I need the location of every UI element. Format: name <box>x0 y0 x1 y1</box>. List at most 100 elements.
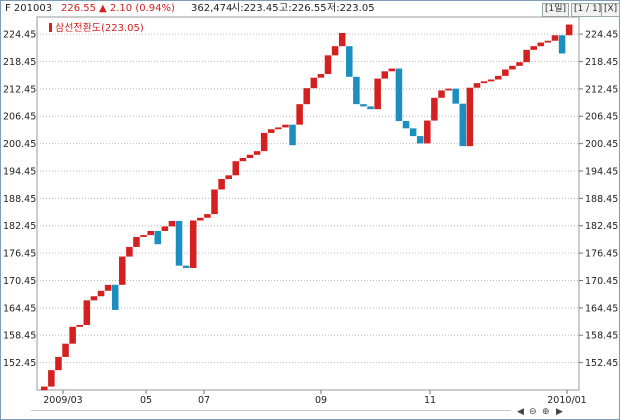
brick-down <box>558 35 566 54</box>
y-tick-label: 212.45 <box>585 84 618 95</box>
x-tick-label: 09 <box>315 395 327 406</box>
brick-up <box>310 77 318 89</box>
y-tick-label-left: 224.45 <box>3 30 36 41</box>
brick-up <box>104 284 112 291</box>
x-tick-label: 2009/03 <box>43 395 82 406</box>
brick-up <box>317 74 325 78</box>
brick-up <box>565 24 573 36</box>
brick-up <box>282 124 289 128</box>
brick-up <box>225 175 232 179</box>
brick-up <box>246 154 254 158</box>
bottom-scrollbar: ◀ ⊖ ⊕ ▶ <box>1 406 619 419</box>
x-axis: 2009/03 05 07 09 11 2010/01 <box>43 390 587 406</box>
brick-up <box>275 127 282 130</box>
brick-up <box>126 246 133 257</box>
x-tick-label: 2010/01 <box>547 395 586 406</box>
brick-down <box>182 265 190 268</box>
brick-down <box>402 121 410 129</box>
y-tick-label-left: 206.45 <box>3 112 36 123</box>
brick-up <box>544 40 552 43</box>
y-tick-label: 224.45 <box>585 30 618 41</box>
brick-down <box>395 68 403 122</box>
y-tick-label-left: 218.45 <box>3 57 36 68</box>
brick-up <box>189 220 197 268</box>
y-tick-label-left: 176.45 <box>3 249 36 260</box>
x-tick-label: 05 <box>140 395 152 406</box>
grid <box>37 33 579 364</box>
y-tick-label: 170.45 <box>585 276 618 287</box>
brick-up <box>267 129 275 133</box>
brick-up <box>90 296 98 301</box>
three-line-break-chart: 224.45 224.45 218.45 218.45 212.45 212.45 206.… <box>3 16 618 406</box>
brick-up <box>480 81 488 84</box>
y-tick-label-left: 188.45 <box>3 194 36 205</box>
arrow-right-icon[interactable]: ▶ <box>556 406 563 418</box>
y-tick-label: 182.45 <box>585 221 618 232</box>
chart-window: F 201003 226.55 ▲ 2.10 (0.94%) 362,474 시… <box>0 0 620 420</box>
zoom-out-icon[interactable]: ⊖ <box>529 406 537 418</box>
brick-down <box>452 88 459 104</box>
brick-up <box>438 90 445 98</box>
brick-up <box>204 214 211 218</box>
y-tick-label-left: 212.45 <box>3 84 36 95</box>
brick-up <box>76 324 83 327</box>
brick-up <box>338 32 346 47</box>
brick-up <box>211 189 218 215</box>
brick-up <box>239 157 247 162</box>
brick-down <box>360 104 367 107</box>
brick-up <box>431 97 438 121</box>
brick-down <box>111 284 119 310</box>
brick-up <box>374 78 381 110</box>
brick-down <box>289 124 296 146</box>
y-tick-label: 164.45 <box>585 303 618 314</box>
y-tick-label-left: 152.45 <box>3 358 36 369</box>
brick-up <box>62 343 69 357</box>
y-tick-label: 218.45 <box>585 57 618 68</box>
brick-up <box>140 235 147 237</box>
brick-down <box>416 136 424 144</box>
brick-up <box>424 120 431 144</box>
brick-up <box>232 161 240 176</box>
brick-up <box>523 49 530 63</box>
brick-down <box>409 128 417 137</box>
brick-up <box>218 178 225 190</box>
y-tick-label-left: 200.45 <box>3 139 36 150</box>
scroll-track[interactable] <box>31 410 511 417</box>
plot-area <box>36 16 580 391</box>
y-tick-label: 200.45 <box>585 139 618 150</box>
brick-down <box>346 46 353 77</box>
brick-up <box>466 87 474 147</box>
y-tick-label-left: 164.45 <box>3 303 36 314</box>
brick-up <box>324 55 332 75</box>
brick-up <box>168 220 176 227</box>
brick-up <box>69 326 76 344</box>
arrow-left-icon[interactable]: ◀ <box>517 406 524 418</box>
brick-up <box>41 386 48 391</box>
bricks <box>41 24 573 391</box>
y-tick-label: 194.45 <box>585 166 618 177</box>
y-tick-label-left: 170.45 <box>3 276 36 287</box>
brick-up <box>197 217 204 221</box>
brick-up <box>509 65 516 70</box>
brick-up <box>83 300 91 325</box>
brick-up <box>55 356 62 371</box>
brick-down <box>367 106 374 110</box>
brick-down <box>353 76 360 105</box>
brick-up <box>48 370 55 387</box>
brick-up <box>161 226 169 231</box>
brick-up <box>473 83 481 88</box>
brick-up <box>331 46 339 56</box>
brick-up <box>381 71 389 79</box>
zoom-in-icon[interactable]: ⊕ <box>542 406 550 418</box>
brick-down <box>154 230 162 245</box>
y-tick-label: 152.45 <box>585 358 618 369</box>
brick-up <box>445 88 452 91</box>
x-tick-label: 11 <box>424 395 436 406</box>
brick-up <box>487 79 495 82</box>
brick-up <box>502 69 509 76</box>
brick-up <box>530 46 537 50</box>
brick-up <box>147 230 154 236</box>
brick-up <box>516 62 523 66</box>
brick-up <box>494 75 502 80</box>
y-tick-label: 158.45 <box>585 331 618 342</box>
